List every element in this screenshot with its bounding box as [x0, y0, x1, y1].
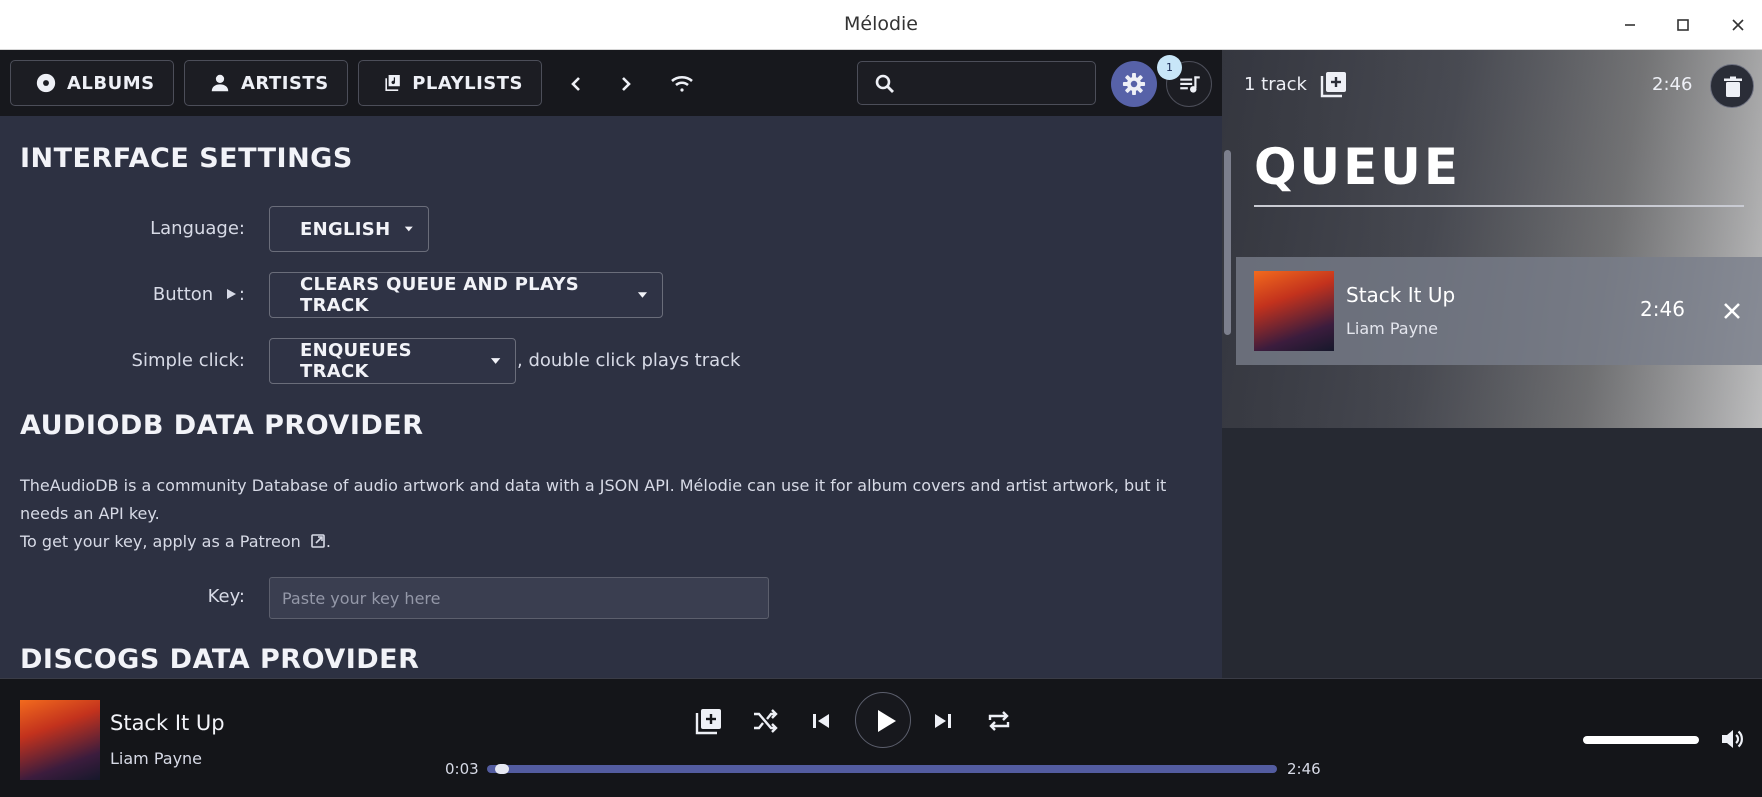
settings-content: INTERFACE SETTINGS Language: ENGLISH But…	[0, 116, 1222, 678]
back-icon[interactable]	[562, 70, 590, 98]
discogs-heading: DISCOGS DATA PROVIDER	[20, 644, 420, 675]
forward-icon[interactable]	[612, 70, 640, 98]
total-time: 2:46	[1287, 760, 1321, 778]
add-to-playlist-icon[interactable]	[1320, 70, 1348, 98]
patreon-line: To get your key, apply as a Patreon .	[20, 532, 331, 551]
queue-list-item[interactable]: Stack It Up Liam Payne 2:46	[1236, 257, 1762, 365]
playlist-icon	[385, 74, 400, 92]
volume-icon[interactable]	[1719, 726, 1745, 752]
remove-from-queue-icon[interactable]	[1720, 299, 1744, 323]
caret-down-icon	[490, 358, 501, 364]
language-value: ENGLISH	[300, 218, 391, 240]
audiodb-description: TheAudioDB is a community Database of au…	[20, 476, 1167, 523]
album-cover	[1254, 271, 1334, 351]
window-title: Mélodie	[843, 13, 918, 35]
audiodb-heading: AUDIODB DATA PROVIDER	[20, 410, 424, 441]
search-box[interactable]	[857, 61, 1096, 105]
simple-click-label: Simple click:	[131, 350, 245, 371]
progress-slider[interactable]	[487, 764, 1277, 774]
queue-item-artist[interactable]: Liam Payne	[1346, 319, 1438, 338]
search-input[interactable]	[906, 68, 1086, 98]
key-label: Key:	[207, 586, 245, 607]
simple-click-value: ENQUEUES TRACK	[300, 340, 412, 382]
playlists-label: PLAYLISTS	[412, 72, 523, 94]
queue-scrollbar[interactable]	[1224, 150, 1231, 335]
volume-slider[interactable]	[1583, 736, 1699, 744]
queue-music-icon	[1180, 76, 1200, 93]
trash-icon	[1724, 76, 1742, 97]
person-icon	[211, 74, 229, 92]
wifi-icon[interactable]	[668, 70, 696, 98]
top-navigation: ALBUMS ARTISTS PLAYLISTS	[0, 50, 1222, 116]
search-icon	[875, 74, 894, 93]
player-bar: Stack It Up Liam Payne 0:03 2:46	[0, 678, 1762, 797]
double-click-note: , double click plays track	[517, 350, 741, 371]
now-playing-cover[interactable]	[20, 700, 100, 780]
play-icon	[878, 710, 896, 732]
progress-handle[interactable]	[495, 764, 510, 774]
gear-icon	[1122, 72, 1146, 96]
button-behaviour-dropdown[interactable]: CLEARS QUEUE AND PLAYS TRACK	[269, 272, 663, 318]
playlists-button[interactable]: PLAYLISTS	[358, 60, 542, 106]
button-behaviour-value: CLEARS QUEUE AND PLAYS TRACK	[300, 274, 580, 316]
clear-queue-button[interactable]	[1710, 64, 1754, 108]
play-button[interactable]	[855, 692, 911, 748]
artists-button[interactable]: ARTISTS	[184, 60, 348, 106]
queue-divider	[1254, 205, 1744, 207]
queue-track-count: 1 track	[1244, 74, 1307, 95]
caret-down-icon	[637, 292, 648, 298]
button-behaviour-label: Button :	[152, 284, 245, 305]
language-dropdown[interactable]: ENGLISH	[269, 206, 429, 252]
close-icon[interactable]	[1725, 12, 1751, 38]
artists-label: ARTISTS	[241, 72, 329, 94]
language-label: Language:	[150, 218, 245, 239]
patreon-link[interactable]: To get your key, apply as a Patreon	[20, 532, 301, 551]
external-link-icon[interactable]	[310, 533, 326, 549]
interface-settings-heading: INTERFACE SETTINGS	[20, 143, 353, 174]
next-track-icon[interactable]	[929, 707, 957, 735]
disc-icon	[36, 73, 56, 93]
queue-item-duration: 2:46	[1640, 297, 1685, 321]
api-key-input[interactable]	[269, 577, 769, 619]
minimize-icon[interactable]	[1617, 12, 1643, 38]
add-to-playlist-icon[interactable]	[695, 707, 723, 735]
play-icon	[226, 289, 236, 299]
queue-count-badge: 1	[1157, 55, 1182, 80]
elapsed-time: 0:03	[445, 760, 479, 778]
simple-click-dropdown[interactable]: ENQUEUES TRACK	[269, 338, 516, 384]
repeat-icon[interactable]	[985, 707, 1013, 735]
queue-total-duration: 2:46	[1652, 74, 1693, 95]
previous-track-icon[interactable]	[807, 707, 835, 735]
albums-button[interactable]: ALBUMS	[10, 60, 174, 106]
now-playing-artist[interactable]: Liam Payne	[110, 749, 202, 768]
title-bar: Mélodie	[0, 0, 1762, 50]
maximize-icon[interactable]	[1670, 12, 1696, 38]
shuffle-icon[interactable]	[751, 707, 779, 735]
albums-label: ALBUMS	[67, 72, 155, 94]
queue-panel: 1 track 2:46 QUEUE Stack It Up Liam Payn…	[1222, 50, 1762, 678]
queue-artist-backdrop	[1222, 50, 1762, 428]
settings-button[interactable]	[1111, 61, 1157, 107]
queue-item-title: Stack It Up	[1346, 283, 1456, 307]
caret-down-icon	[405, 226, 414, 232]
now-playing-title[interactable]: Stack It Up	[110, 711, 225, 735]
queue-title: QUEUE	[1254, 138, 1462, 196]
